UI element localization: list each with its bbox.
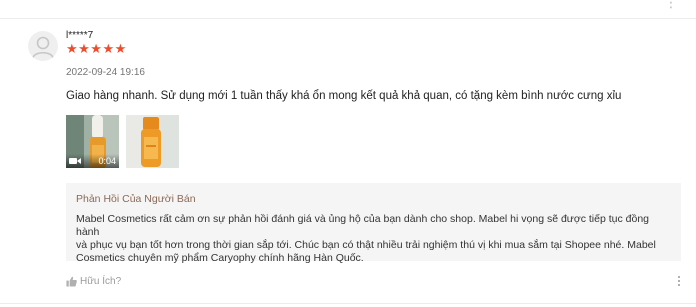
thumbs-up-icon [66, 276, 77, 287]
review-text: Giao hàng nhanh. Sử dụng mới 1 tuần thấy… [66, 90, 622, 102]
previous-more-menu-icon[interactable]: ⋮ [664, 0, 678, 11]
seller-reply-line: và phục vụ bạn tốt hơn trong thời gian s… [76, 239, 656, 251]
rating-stars: ★★★★★ [66, 41, 127, 56]
review-divider [0, 303, 696, 304]
video-camera-icon [69, 158, 81, 164]
more-vertical-icon[interactable] [671, 274, 687, 288]
menu-dot [678, 280, 680, 282]
helpful-label: Hữu Ích? [80, 276, 122, 287]
seller-reply-line: Cosmetics chuyên mỹ phẩm Caryophy chính … [76, 252, 364, 264]
menu-dot [678, 276, 680, 278]
previous-review-edge: ⋮ [0, 0, 696, 19]
video-duration: 0:04 [98, 156, 116, 166]
reviewer-avatar[interactable] [28, 31, 58, 61]
helpful-button[interactable]: Hữu Ích? [66, 276, 121, 287]
seller-reply-title: Phản Hồi Của Người Bán [76, 193, 196, 205]
seller-reply-line: Mabel Cosmetics rất cảm ơn sự phản hồi đ… [76, 213, 650, 238]
user-silhouette-icon [32, 36, 54, 59]
menu-dot [678, 284, 680, 286]
product-photo-image [126, 115, 179, 168]
review-timestamp: 2022-09-24 19:16 [66, 67, 145, 78]
reviewer-username: l*****7 [66, 30, 94, 41]
review-video-thumbnail[interactable]: 0:04 [66, 115, 119, 168]
video-overlay: 0:04 [66, 154, 119, 168]
seller-reply-body: Mabel Cosmetics rất cảm ơn sự phản hồi đ… [76, 213, 671, 265]
seller-reply-box: Phản Hồi Của Người Bán Mabel Cosmetics r… [66, 183, 681, 264]
review-photo-thumbnail[interactable] [126, 115, 179, 168]
